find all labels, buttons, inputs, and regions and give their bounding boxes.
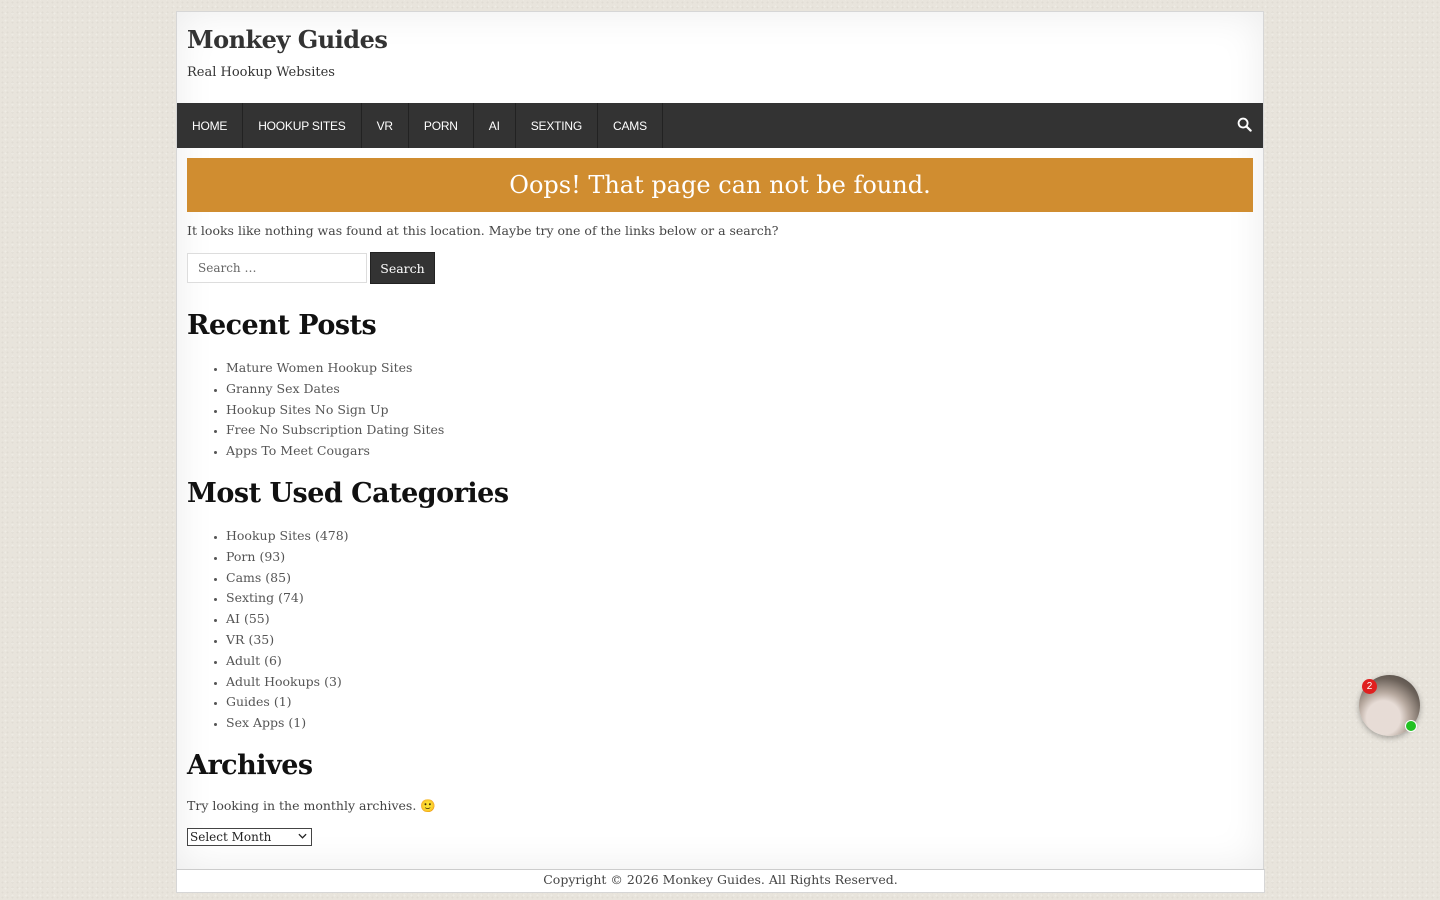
category-count: (1) bbox=[288, 715, 307, 731]
copyright-text: Copyright © 2026 Monkey Guides. All Righ… bbox=[543, 872, 898, 887]
category-link[interactable]: Porn bbox=[226, 549, 255, 564]
category-link[interactable]: AI bbox=[226, 611, 240, 626]
recent-post-link[interactable]: Free No Subscription Dating Sites bbox=[226, 420, 444, 441]
nav-item-cams[interactable]: CAMS bbox=[598, 103, 663, 148]
site-header: Monkey Guides Real Hookup Websites bbox=[187, 12, 1253, 104]
nav-item-sexting[interactable]: SEXTING bbox=[516, 103, 598, 148]
category-item: VR (35) bbox=[226, 630, 349, 651]
not-found-banner: Oops! That page can not be found. bbox=[187, 158, 1253, 212]
categories-list: Hookup Sites (478)Porn (93)Cams (85)Sext… bbox=[187, 526, 349, 734]
nav-item-porn[interactable]: PORN bbox=[409, 103, 474, 148]
category-link[interactable]: Adult Hookups bbox=[226, 674, 320, 689]
category-item: Sex Apps (1) bbox=[226, 713, 349, 734]
category-item: Porn (93) bbox=[226, 547, 349, 568]
category-item: Hookup Sites (478) bbox=[226, 526, 349, 547]
search-icon[interactable] bbox=[1237, 117, 1253, 133]
site-footer: Copyright © 2026 Monkey Guides. All Righ… bbox=[176, 869, 1265, 893]
category-item: AI (55) bbox=[226, 609, 349, 630]
page-title: Oops! That page can not be found. bbox=[509, 171, 931, 199]
chat-avatar-widget[interactable]: 2 bbox=[1359, 675, 1420, 736]
nav-item-hookup-sites[interactable]: HOOKUP SITES bbox=[243, 103, 362, 148]
month-select-value: Select Month bbox=[190, 830, 272, 844]
category-link[interactable]: Cams bbox=[226, 570, 261, 585]
categories-title: Most Used Categories bbox=[187, 478, 509, 509]
category-link[interactable]: Sex Apps bbox=[226, 715, 284, 730]
category-link[interactable]: Adult bbox=[226, 653, 260, 668]
category-item: Adult Hookups (3) bbox=[226, 672, 349, 693]
category-count: (74) bbox=[278, 590, 304, 606]
chevron-down-icon bbox=[298, 832, 308, 842]
category-count: (1) bbox=[273, 694, 292, 710]
recent-posts-title: Recent Posts bbox=[187, 310, 377, 341]
recent-post-link[interactable]: Hookup Sites No Sign Up bbox=[226, 400, 444, 421]
nav-list: HOME HOOKUP SITES VR PORN AI SEXTING CAMS bbox=[177, 103, 1263, 148]
category-link[interactable]: VR bbox=[226, 632, 244, 647]
archives-title: Archives bbox=[187, 750, 313, 781]
main-nav: HOME HOOKUP SITES VR PORN AI SEXTING CAMS bbox=[177, 103, 1263, 148]
search-button[interactable]: Search bbox=[370, 252, 435, 284]
page-wrapper: Monkey Guides Real Hookup Websites HOME H… bbox=[176, 11, 1264, 870]
search-input[interactable] bbox=[187, 253, 367, 283]
search-form: Search bbox=[187, 252, 435, 284]
archives-text: Try looking in the monthly archives. 🙂 bbox=[187, 798, 436, 813]
category-count: (35) bbox=[248, 631, 275, 647]
category-item: Sexting (74) bbox=[226, 588, 349, 609]
nav-item-vr[interactable]: VR bbox=[362, 103, 409, 148]
category-count: (55) bbox=[243, 611, 270, 627]
not-found-message: It looks like nothing was found at this … bbox=[187, 223, 779, 238]
category-count: (85) bbox=[265, 569, 291, 585]
category-item: Guides (1) bbox=[226, 692, 349, 713]
online-status-icon bbox=[1405, 720, 1417, 732]
category-count: (3) bbox=[324, 673, 342, 689]
nav-item-ai[interactable]: AI bbox=[474, 103, 516, 148]
month-select[interactable]: Select Month bbox=[187, 828, 312, 846]
recent-post-link[interactable]: Granny Sex Dates bbox=[226, 379, 444, 400]
category-link[interactable]: Guides bbox=[226, 694, 270, 709]
recent-posts-list: Mature Women Hookup SitesGranny Sex Date… bbox=[187, 358, 444, 462]
category-link[interactable]: Hookup Sites bbox=[226, 528, 311, 543]
category-count: (6) bbox=[264, 652, 282, 668]
category-item: Adult (6) bbox=[226, 651, 349, 672]
site-title[interactable]: Monkey Guides bbox=[187, 25, 388, 54]
category-link[interactable]: Sexting bbox=[226, 590, 274, 605]
nav-item-home[interactable]: HOME bbox=[177, 103, 244, 148]
site-description: Real Hookup Websites bbox=[187, 65, 335, 80]
category-count: (478) bbox=[314, 528, 349, 543]
recent-post-link[interactable]: Apps To Meet Cougars bbox=[226, 441, 444, 462]
category-count: (93) bbox=[259, 548, 286, 564]
notification-badge: 2 bbox=[1362, 679, 1377, 694]
recent-post-link[interactable]: Mature Women Hookup Sites bbox=[226, 358, 444, 379]
category-item: Cams (85) bbox=[226, 568, 349, 589]
